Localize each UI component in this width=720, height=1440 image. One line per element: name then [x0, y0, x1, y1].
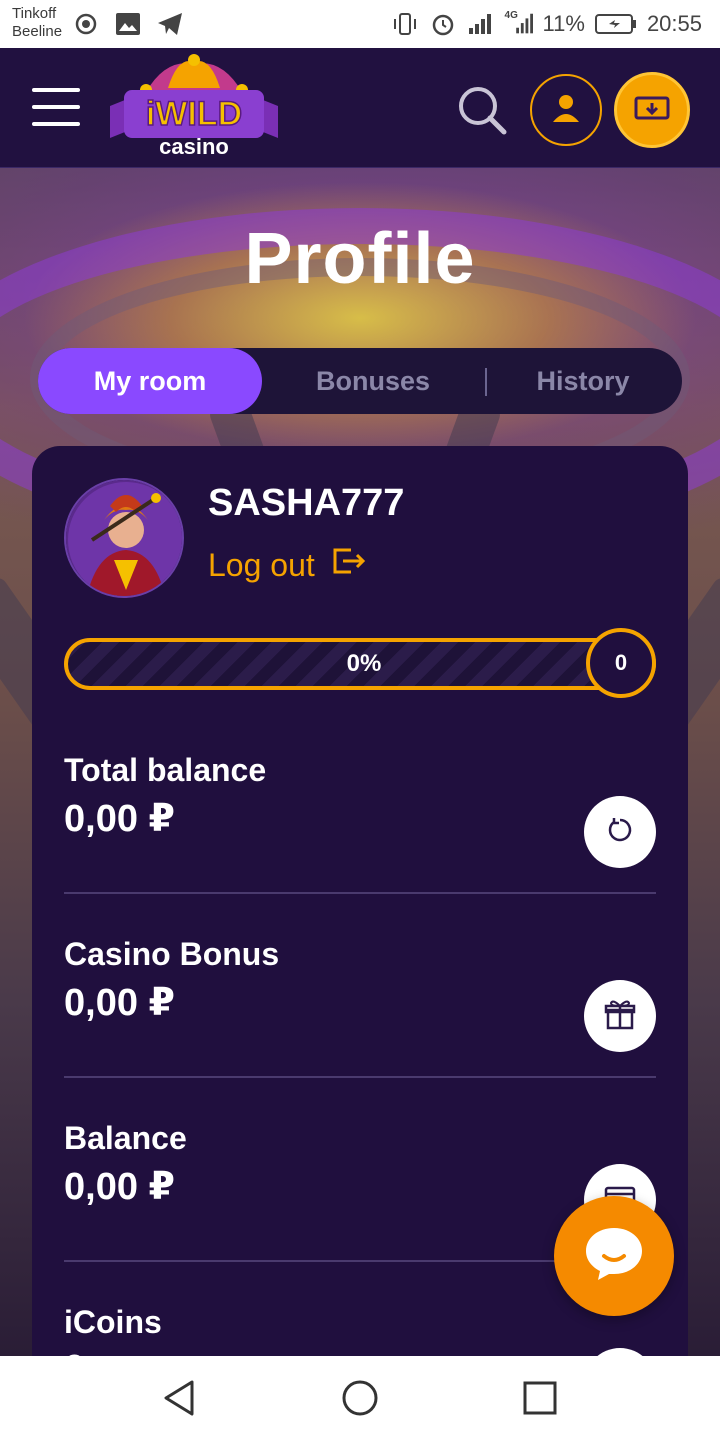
- telegram-icon: [156, 10, 184, 38]
- logout-icon: [331, 546, 367, 584]
- page-title: Profile: [244, 219, 476, 299]
- battery-percent: 11%: [542, 11, 585, 36]
- total-balance-block: Total balance 0,00 ₽: [64, 752, 656, 936]
- deposit-icon: [634, 94, 670, 127]
- system-nav-bar: [0, 1356, 720, 1440]
- balance-value: 0,00 ₽: [64, 1166, 175, 1208]
- carrier-names: Tinkoff Beeline: [12, 5, 62, 41]
- balance-label: Balance: [64, 1120, 187, 1156]
- username: SASHA777: [208, 482, 405, 524]
- level-progress-bar: 0%: [64, 638, 656, 690]
- tab-my-room[interactable]: My room: [38, 348, 262, 414]
- logo-text-top: iWILD: [146, 95, 242, 133]
- chat-icon: [582, 1224, 646, 1289]
- network-type: 4G: [504, 10, 518, 21]
- recents-icon[interactable]: [520, 1378, 560, 1418]
- tab-history[interactable]: History: [488, 348, 678, 414]
- logo-text-bottom: casino: [159, 134, 229, 158]
- hotspot-icon: [72, 10, 100, 38]
- user-button[interactable]: [530, 74, 602, 146]
- deposit-button[interactable]: [614, 72, 690, 148]
- carrier-2: Beeline: [12, 23, 63, 40]
- profile-tabs: My room Bonuses History: [38, 348, 682, 414]
- total-balance-value: 0,00 ₽: [64, 798, 175, 840]
- signal-icon: [467, 10, 495, 38]
- casino-bonus-label: Casino Bonus: [64, 936, 280, 972]
- site-header: iWILD casino: [0, 48, 720, 168]
- progress-percent: 0%: [346, 650, 382, 677]
- separator: [64, 1076, 656, 1078]
- signal-4g-icon: 4G: [505, 10, 533, 38]
- casino-bonus-value: 0,00 ₽: [64, 982, 175, 1024]
- status-bar: Tinkoff Beeline 4G 11% 20:55: [0, 0, 720, 48]
- notification-icons: [72, 10, 184, 38]
- back-icon[interactable]: [160, 1378, 200, 1418]
- separator: [64, 892, 656, 894]
- tab-divider: [485, 368, 487, 396]
- total-balance-label: Total balance: [64, 752, 267, 788]
- clock: 20:55: [646, 11, 702, 36]
- gift-icon: [603, 997, 637, 1036]
- menu-icon[interactable]: [32, 88, 80, 126]
- tab-bonuses[interactable]: Bonuses: [262, 348, 484, 414]
- level-badge: 0: [586, 628, 656, 698]
- image-icon: [114, 10, 142, 38]
- home-icon[interactable]: [340, 1378, 380, 1418]
- logout-label: Log out: [208, 546, 315, 583]
- logout-button[interactable]: Log out: [208, 546, 367, 584]
- avatar[interactable]: [64, 478, 184, 598]
- icoins-label: iCoins: [64, 1304, 162, 1340]
- battery-icon: [594, 10, 637, 38]
- vibrate-icon: [391, 10, 419, 38]
- system-icons: 4G 11% 20:55: [391, 10, 702, 38]
- refresh-icon: [605, 815, 635, 850]
- carrier-1: Tinkoff: [12, 5, 57, 22]
- logo[interactable]: iWILD casino: [106, 54, 282, 159]
- chat-button[interactable]: [554, 1196, 674, 1316]
- search-icon[interactable]: [454, 82, 510, 138]
- refresh-button[interactable]: [584, 796, 656, 868]
- gift-button[interactable]: [584, 980, 656, 1052]
- alarm-icon: [429, 10, 457, 38]
- casino-bonus-block: Casino Bonus 0,00 ₽: [64, 936, 656, 1120]
- user-icon: [550, 92, 582, 129]
